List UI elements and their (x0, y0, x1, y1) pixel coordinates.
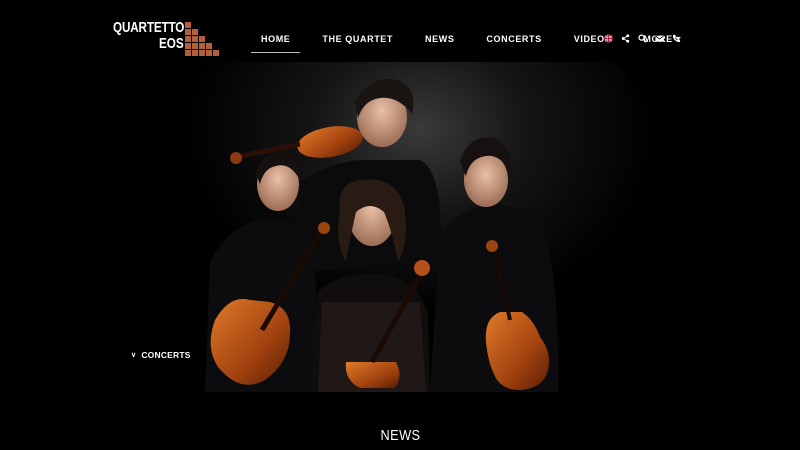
quartet-photo (0, 62, 800, 392)
phone-icon[interactable] (671, 33, 681, 43)
concerts-link-label: CONCERTS (141, 350, 191, 360)
nav-icons (603, 33, 688, 43)
nav-item-the-quartet[interactable]: THE QUARTET (312, 28, 403, 50)
nav-label-home: HOME (261, 34, 291, 44)
nav-item-concerts[interactable]: CONCERTS (476, 28, 551, 50)
logo-line-2: EOS (159, 35, 184, 52)
section-heading: NEWS (0, 427, 800, 444)
logo-line-1: QUARTETTO (113, 19, 185, 36)
page: QUARTETTO EOS HOME THE QUARTET NEWS CONC… (0, 0, 800, 450)
nav-label-the-quartet: THE QUARTET (322, 34, 394, 44)
logo-blocks-icon (184, 21, 220, 56)
nav-item-home[interactable]: HOME (251, 28, 301, 53)
envelope-icon[interactable] (654, 33, 664, 43)
share-icon[interactable] (620, 33, 630, 43)
nav-label-news: NEWS (425, 34, 455, 44)
uk-flag-icon[interactable] (603, 33, 613, 43)
site-logo[interactable]: QUARTETTO EOS (113, 20, 223, 60)
news-heading-text: NEWS (380, 427, 420, 444)
hero-image (0, 62, 800, 392)
nav-item-news[interactable]: NEWS (415, 28, 464, 50)
nav-label-concerts: CONCERTS (486, 34, 542, 44)
concerts-scroll-link[interactable]: ∨ CONCERTS (131, 350, 191, 360)
search-icon[interactable] (637, 33, 647, 43)
chevron-down-icon: ∨ (131, 352, 137, 359)
